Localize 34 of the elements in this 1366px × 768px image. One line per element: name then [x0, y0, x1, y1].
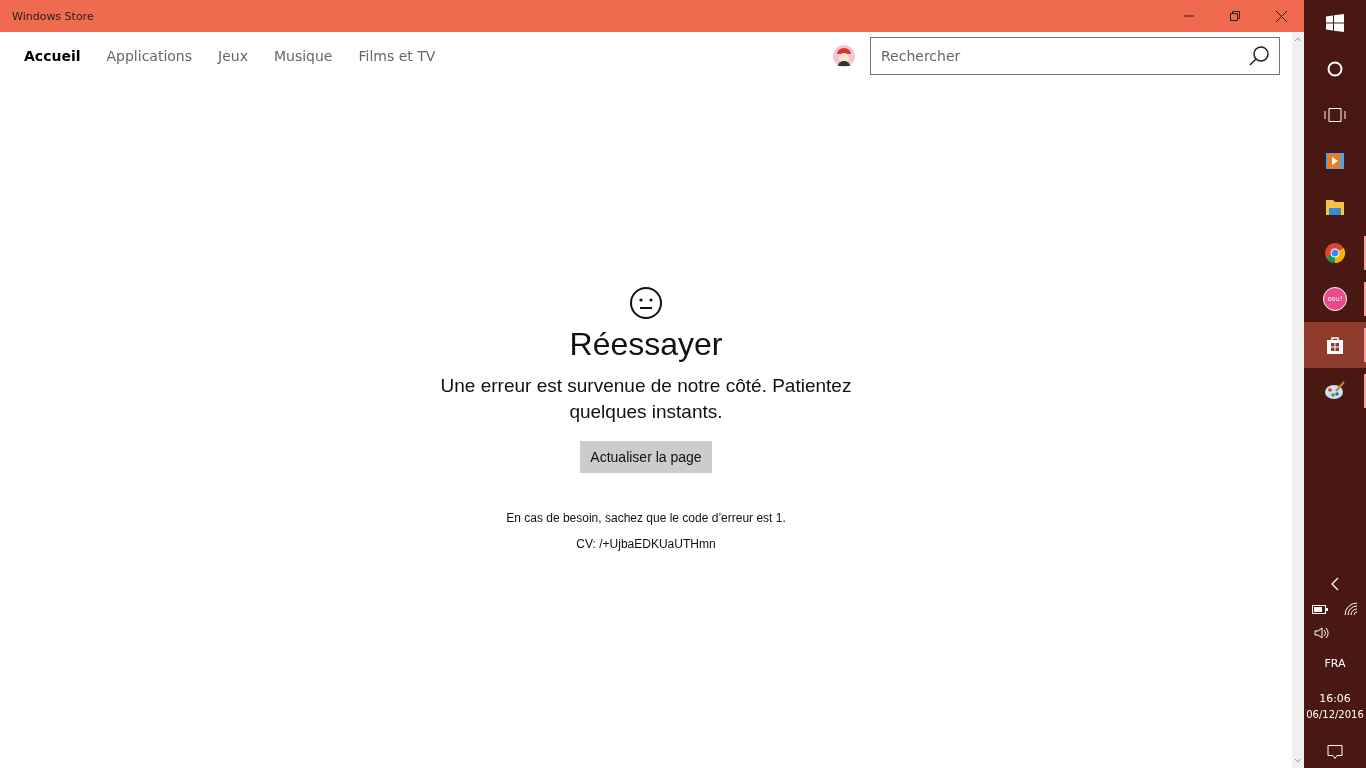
notification-icon[interactable]: [1327, 744, 1343, 760]
nav-tab[interactable]: Accueil: [24, 48, 81, 64]
language-indicator[interactable]: FRA: [1324, 657, 1346, 670]
search-icon[interactable]: [1248, 45, 1270, 67]
folder-icon: [1325, 197, 1345, 217]
palette-icon: [1324, 380, 1346, 402]
nav-tab[interactable]: Films et TV: [358, 48, 436, 64]
search-field[interactable]: Rechercher: [870, 37, 1280, 75]
nav-tab[interactable]: Jeux: [218, 48, 248, 64]
volume-icon[interactable]: [1314, 627, 1331, 639]
refresh-button[interactable]: Actualiser la page: [580, 441, 712, 473]
windows-icon: [1326, 14, 1344, 32]
wifi-icon[interactable]: [1344, 602, 1358, 616]
taskbar-app[interactable]: [1304, 322, 1366, 368]
cv-code: CV: /+UjbaEDKUaUTHmn: [576, 537, 716, 551]
neutral-face-icon: [629, 286, 663, 320]
clock-time[interactable]: 16:06: [1319, 692, 1351, 705]
window-title: Windows Store: [12, 9, 95, 23]
error-code-note: En cas de besoin, sachez que le code d’erreur est 1.: [506, 511, 786, 525]
error-message: Une erreur est survenue de notre côté. Patientez quelques instants.: [439, 374, 853, 424]
chevron-left-icon[interactable]: [1330, 577, 1340, 591]
circle-icon: [1327, 61, 1343, 77]
battery-icon[interactable]: [1312, 604, 1328, 614]
avatar-icon[interactable]: [832, 44, 856, 68]
clock-date[interactable]: 06/12/2016: [1306, 709, 1364, 720]
chrome-icon: [1324, 242, 1346, 264]
task-view-icon: [1324, 107, 1346, 123]
restore-icon: [1230, 11, 1240, 21]
close-icon: [1275, 10, 1287, 22]
media-player-icon: [1325, 151, 1345, 171]
error-title: Réessayer: [569, 326, 723, 363]
nav-tab[interactable]: Musique: [273, 48, 333, 64]
store-icon: [1325, 335, 1345, 355]
nav-tab[interactable]: Applications: [106, 48, 193, 64]
